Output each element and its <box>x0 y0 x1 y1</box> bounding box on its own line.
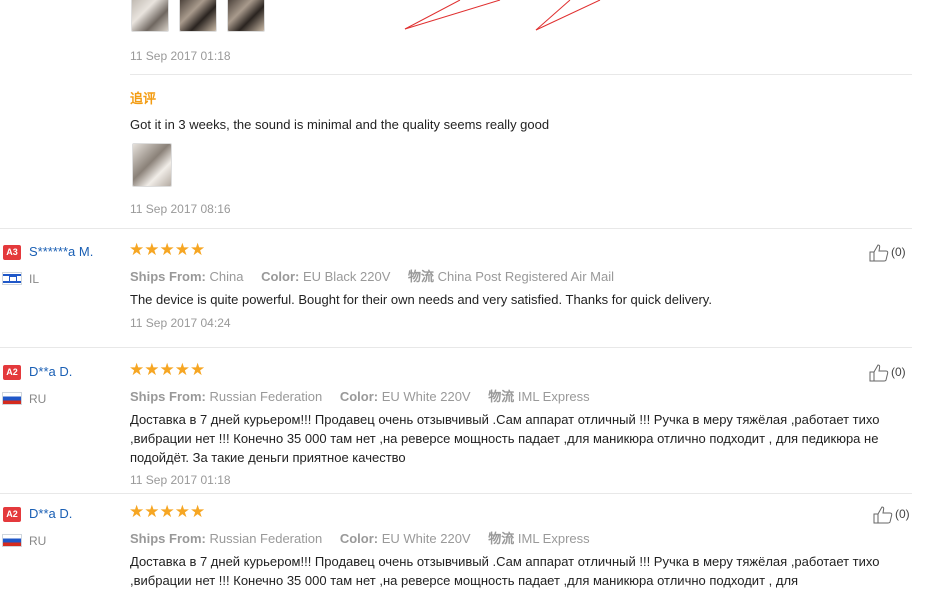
ships-from-label: Ships From: <box>130 389 206 404</box>
review-text: The device is quite powerful. Bought for… <box>130 292 712 307</box>
logistics-label: 物流 <box>488 531 515 546</box>
reviewer-name[interactable]: D**a D. <box>29 506 72 521</box>
divider <box>0 228 912 229</box>
review-photo[interactable] <box>132 143 172 187</box>
star-rating: ★★★★★ <box>129 240 206 259</box>
helpful-count: (0) <box>891 365 906 380</box>
divider <box>0 347 912 348</box>
country-flag-icon <box>2 392 22 405</box>
review-meta: Ships From: Russian Federation Color: EU… <box>130 386 604 405</box>
helpful-count: (0) <box>895 507 910 522</box>
buyer-level-badge: A2 <box>3 507 21 522</box>
thumbs-up-icon <box>869 364 889 382</box>
reviewer-country: RU <box>29 534 47 548</box>
review-text: Доставка в 7 дней курьером!!! Продавец о… <box>130 554 880 588</box>
review-photo[interactable] <box>227 0 265 32</box>
logistics-label: 物流 <box>408 269 435 284</box>
helpful-button[interactable]: (0) <box>869 244 906 262</box>
thumbs-up-icon <box>869 244 889 262</box>
reviewer-country: RU <box>29 392 47 406</box>
additional-feedback-title: 追评 <box>130 91 157 106</box>
color-value: EU Black 220V <box>302 269 391 284</box>
review-photo[interactable] <box>179 0 217 32</box>
color-label: Color: <box>339 389 379 404</box>
buyer-level-badge: A2 <box>3 365 21 380</box>
thumbs-up-icon <box>873 506 893 524</box>
country-flag-icon <box>2 272 22 285</box>
buyer-level-badge: A3 <box>3 245 21 260</box>
decorative-lines <box>404 0 601 31</box>
review-date: 11 Sep 2017 04:24 <box>130 316 231 330</box>
review-meta: Ships From: Russian Federation Color: EU… <box>130 528 604 547</box>
review-text: Доставка в 7 дней курьером!!! Продавец о… <box>130 412 880 465</box>
helpful-button[interactable]: (0) <box>873 506 910 524</box>
review-meta: Ships From: China Color: EU Black 220V 物… <box>130 266 628 285</box>
logistics-value: IML Express <box>517 389 590 404</box>
review-photo[interactable] <box>131 0 169 32</box>
color-label: Color: <box>261 269 300 284</box>
color-label: Color: <box>339 531 379 546</box>
ships-from-label: Ships From: <box>130 531 206 546</box>
additional-feedback-text: Got it in 3 weeks, the sound is minimal … <box>130 117 550 132</box>
ships-from-value: China <box>209 269 244 284</box>
ships-from-label: Ships From: <box>130 269 206 284</box>
reviewer-name[interactable]: S******a M. <box>29 244 93 259</box>
color-value: EU White 220V <box>381 389 471 404</box>
divider <box>130 74 912 75</box>
review-date: 11 Sep 2017 01:18 <box>130 473 231 487</box>
logistics-value: China Post Registered Air Mail <box>437 269 614 284</box>
divider <box>0 493 912 494</box>
ships-from-value: Russian Federation <box>209 531 323 546</box>
logistics-label: 物流 <box>488 389 515 404</box>
country-flag-icon <box>2 534 22 547</box>
additional-feedback-date: 11 Sep 2017 08:16 <box>130 202 231 216</box>
logistics-value: IML Express <box>517 531 590 546</box>
helpful-count: (0) <box>891 245 906 260</box>
color-value: EU White 220V <box>381 531 471 546</box>
ships-from-value: Russian Federation <box>209 389 323 404</box>
reviewer-country: IL <box>29 272 40 286</box>
helpful-button[interactable]: (0) <box>869 364 906 382</box>
reviewer-name[interactable]: D**a D. <box>29 364 72 379</box>
review-date: 11 Sep 2017 01:18 <box>130 49 231 63</box>
star-rating: ★★★★★ <box>129 360 206 379</box>
star-rating: ★★★★★ <box>129 502 206 521</box>
